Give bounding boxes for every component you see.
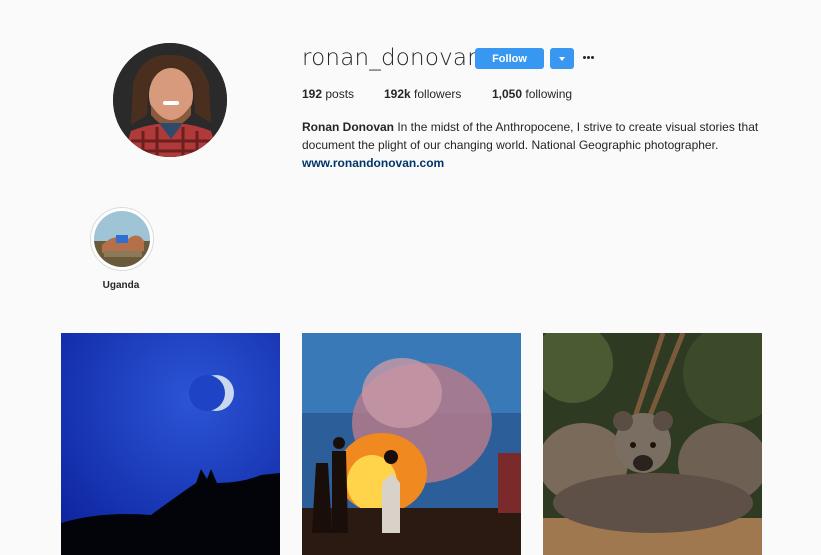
post-thumbnail[interactable] (61, 333, 280, 555)
followers-label: followers (414, 87, 462, 101)
follow-button[interactable]: Follow (475, 48, 544, 69)
bio-text-line1: In the midst of the Anthropocene, I stri… (397, 120, 759, 134)
post-thumbnail[interactable] (302, 333, 521, 555)
posts-count: 192 (302, 87, 323, 101)
stat-following[interactable]: 1,050 following (492, 87, 572, 101)
profile-username: ronan_donovan (302, 45, 482, 71)
post-thumbnail[interactable] (543, 333, 762, 555)
highlight-cover-image (94, 211, 150, 267)
followers-count: 192k (384, 87, 411, 101)
profile-avatar[interactable] (113, 43, 227, 157)
profile-website-link[interactable]: www.ronandonovan.com (302, 156, 444, 170)
following-count: 1,050 (492, 87, 523, 101)
stat-followers[interactable]: 192k followers (384, 87, 461, 101)
suggestions-dropdown-button[interactable] (550, 48, 574, 69)
chevron-down-icon (559, 57, 565, 61)
highlight-label: Uganda (102, 280, 140, 291)
story-highlight[interactable] (90, 207, 154, 271)
more-options-icon[interactable] (583, 55, 595, 61)
profile-bio: Ronan Donovan In the midst of the Anthro… (302, 118, 772, 172)
bio-text-line2: document the plight of our changing worl… (302, 138, 719, 152)
stat-posts: 192 posts (302, 87, 354, 101)
following-label: following (525, 87, 573, 101)
posts-label: posts (325, 87, 355, 101)
profile-full-name: Ronan Donovan (302, 120, 394, 134)
